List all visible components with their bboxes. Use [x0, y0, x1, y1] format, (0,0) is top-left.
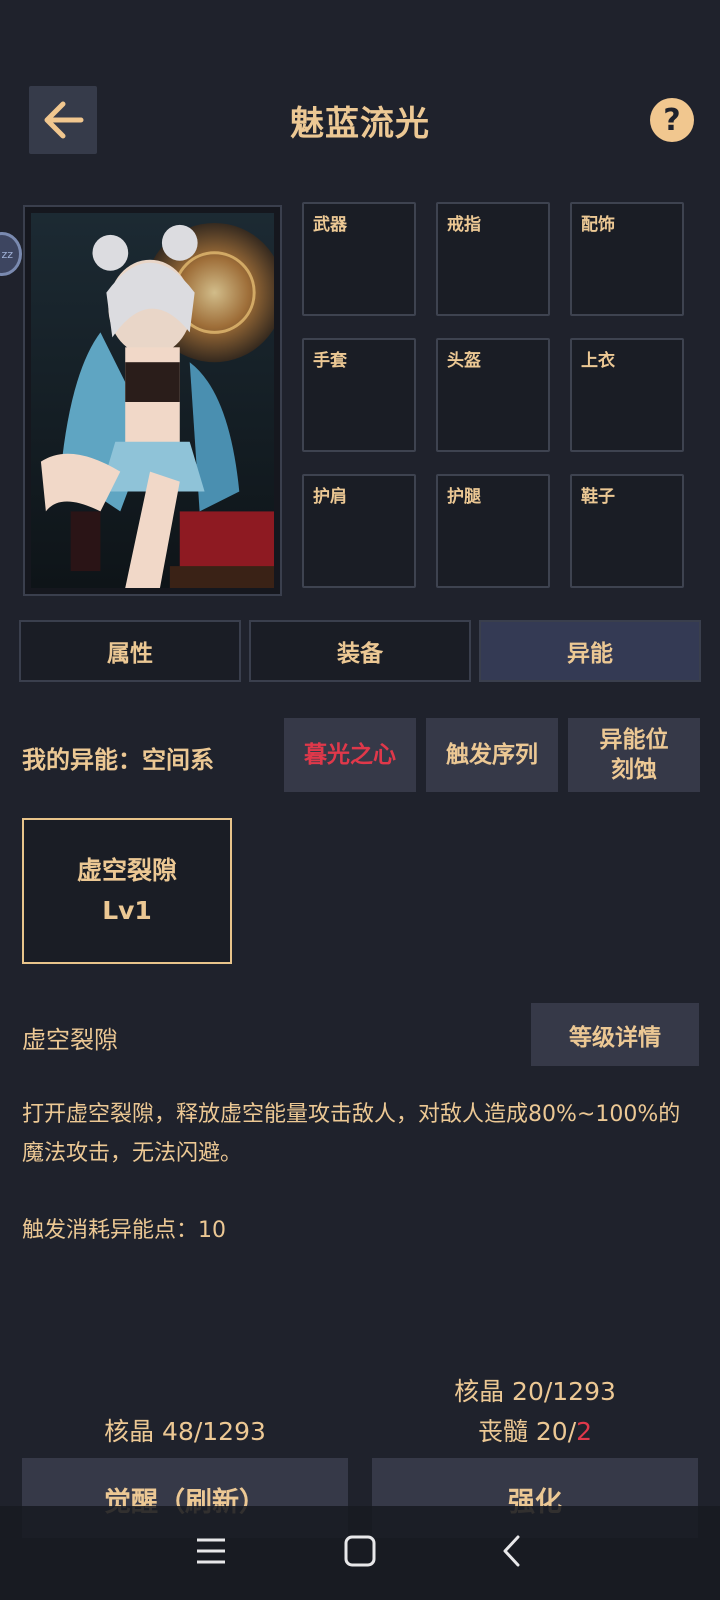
- marrow-owned: 2: [576, 1417, 593, 1446]
- trigger-sequence-button[interactable]: 触发序列: [426, 718, 558, 792]
- menu-icon: [197, 1538, 225, 1564]
- nav-back-button[interactable]: [482, 1527, 542, 1575]
- slot-label: 鞋子: [581, 487, 615, 507]
- slot-shoes[interactable]: 鞋子: [570, 474, 684, 588]
- enhance-cost-marrow: 丧髓 20/2: [372, 1412, 698, 1452]
- chevron-left-icon: [503, 1535, 520, 1567]
- question-icon: ?: [663, 102, 681, 138]
- tab-ability[interactable]: 异能: [479, 620, 701, 682]
- skill-description: 打开虚空裂隙，释放虚空能量攻击敌人，对敌人造成80%~100%的魔法攻击，无法闪…: [22, 1102, 681, 1166]
- tab-attributes[interactable]: 属性: [19, 620, 241, 682]
- marrow-prefix: 丧髓 20/: [477, 1417, 577, 1446]
- slot-gloves[interactable]: 手套: [302, 338, 416, 452]
- slot-label: 手套: [313, 351, 347, 371]
- slot-top[interactable]: 上衣: [570, 338, 684, 452]
- skill-card[interactable]: 虚空裂隙 Lv1: [22, 818, 232, 964]
- home-square-icon: [344, 1535, 376, 1567]
- slot-label: 头盔: [447, 351, 481, 371]
- slot-weapon[interactable]: 武器: [302, 202, 416, 316]
- slot-leggings[interactable]: 护腿: [436, 474, 550, 588]
- skill-card-level: Lv1: [102, 896, 152, 925]
- slot-helmet[interactable]: 头盔: [436, 338, 550, 452]
- slot-label: 配饰: [581, 215, 615, 235]
- enhance-cost-crystal: 核晶 20/1293: [454, 1377, 616, 1406]
- tab-equipment[interactable]: 装备: [249, 620, 471, 682]
- level-detail-button[interactable]: 等级详情: [531, 1003, 699, 1066]
- awaken-cost: 核晶 48/1293: [104, 1417, 266, 1446]
- trigger-cost: 触发消耗异能点：10: [22, 1218, 226, 1243]
- slot-label: 武器: [313, 215, 347, 235]
- slot-label: 护肩: [313, 487, 347, 507]
- help-button[interactable]: ?: [650, 98, 694, 142]
- slot-label: 上衣: [581, 351, 615, 371]
- floating-bubble[interactable]: zz: [0, 232, 22, 276]
- slot-label: 戒指: [447, 215, 481, 235]
- ability-slot-etch-button[interactable]: 异能位 刻蚀: [568, 718, 700, 792]
- nav-home-button[interactable]: [330, 1527, 390, 1575]
- skill-card-name: 虚空裂隙: [76, 856, 177, 885]
- nav-menu-button[interactable]: [181, 1527, 241, 1575]
- twilight-heart-button[interactable]: 暮光之心: [284, 718, 416, 792]
- slot-label: 护腿: [447, 487, 481, 507]
- enhance-cost: 核晶 20/1293 丧髓 20/2: [372, 1372, 698, 1452]
- slot-accessory[interactable]: 配饰: [570, 202, 684, 316]
- my-ability-label: 我的异能：空间系: [22, 746, 214, 774]
- character-artwork: [31, 213, 274, 588]
- slot-ring[interactable]: 戒指: [436, 202, 550, 316]
- character-portrait: [23, 205, 282, 596]
- page-title: 魅蓝流光: [290, 104, 430, 144]
- skill-title: 虚空裂隙: [22, 1026, 118, 1054]
- slot-shoulder[interactable]: 护肩: [302, 474, 416, 588]
